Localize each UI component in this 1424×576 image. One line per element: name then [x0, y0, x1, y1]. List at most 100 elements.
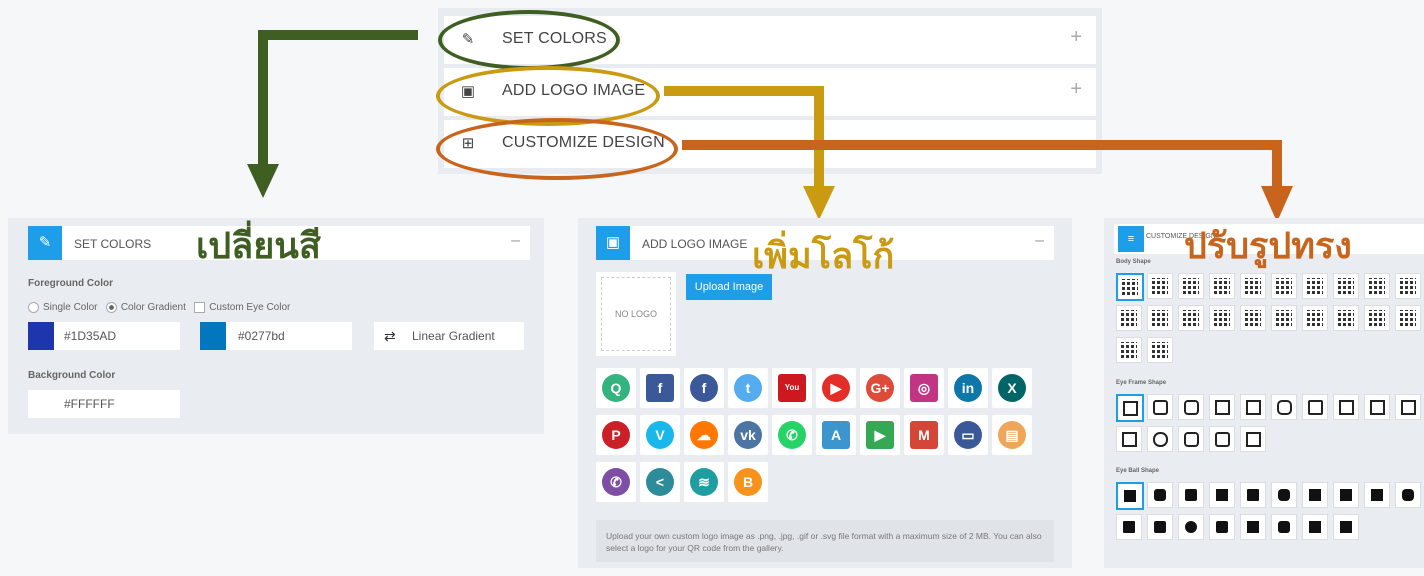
gradient-type-value: Linear Gradient: [412, 329, 495, 343]
eye-frame-option[interactable]: [1147, 426, 1173, 452]
eye-ball-option[interactable]: [1178, 482, 1204, 508]
body-shape-option[interactable]: [1302, 273, 1328, 299]
body-shape-option[interactable]: [1116, 337, 1142, 363]
eye-frame-option[interactable]: [1147, 394, 1173, 420]
logo-option[interactable]: vk: [728, 415, 768, 455]
background-label: Background Color: [28, 370, 116, 381]
body-shape-option[interactable]: [1395, 273, 1421, 299]
eye-ball-option[interactable]: [1209, 514, 1235, 540]
eye-frame-option[interactable]: [1240, 394, 1266, 420]
body-shape-option[interactable]: [1364, 305, 1390, 331]
body-shape-option[interactable]: [1116, 273, 1144, 301]
eye-ball-option[interactable]: [1302, 482, 1328, 508]
eye-frame-option[interactable]: [1333, 394, 1359, 420]
logo-option[interactable]: ≋: [684, 462, 724, 502]
eye-ball-option[interactable]: [1116, 482, 1144, 510]
logo-option[interactable]: M: [904, 415, 944, 455]
logo-option[interactable]: ✆: [596, 462, 636, 502]
eye-ball-option[interactable]: [1364, 482, 1390, 508]
eye-frame-option[interactable]: [1395, 394, 1421, 420]
color1-input[interactable]: #1D35AD: [54, 322, 180, 350]
collapse-icon[interactable]: –: [1035, 232, 1044, 250]
logo-option[interactable]: t: [728, 368, 768, 408]
logo-option[interactable]: P: [596, 415, 636, 455]
eye-frame-option[interactable]: [1302, 394, 1328, 420]
eye-ball-option[interactable]: [1147, 482, 1173, 508]
color2-swatch[interactable]: [200, 322, 226, 350]
logo-option[interactable]: You: [772, 368, 812, 408]
eye-frame-option[interactable]: [1364, 394, 1390, 420]
body-shape-option[interactable]: [1178, 273, 1204, 299]
body-shape-option[interactable]: [1271, 273, 1297, 299]
eye-ball-option[interactable]: [1271, 482, 1297, 508]
logo-option[interactable]: ▤: [992, 415, 1032, 455]
logo-option[interactable]: ✆: [772, 415, 812, 455]
color1-swatch[interactable]: [28, 322, 54, 350]
body-shape-option[interactable]: [1240, 305, 1266, 331]
body-shape-option[interactable]: [1302, 305, 1328, 331]
body-shape-option[interactable]: [1209, 305, 1235, 331]
eye-frame-option[interactable]: [1116, 394, 1144, 422]
expand-icon[interactable]: +: [1070, 26, 1082, 49]
eye-ball-option[interactable]: [1333, 514, 1359, 540]
body-shape-option[interactable]: [1178, 305, 1204, 331]
eye-ball-option[interactable]: [1240, 514, 1266, 540]
logo-option[interactable]: Q: [596, 368, 636, 408]
eye-ball-option[interactable]: [1209, 482, 1235, 508]
body-shape-option[interactable]: [1209, 273, 1235, 299]
logo-option[interactable]: ▭: [948, 415, 988, 455]
eye-ball-option[interactable]: [1116, 514, 1142, 540]
logo-option[interactable]: in: [948, 368, 988, 408]
body-shape-option[interactable]: [1333, 273, 1359, 299]
whatsapp-icon: ✆: [778, 421, 806, 449]
eye-frame-option[interactable]: [1209, 394, 1235, 420]
logo-option[interactable]: ▶: [860, 415, 900, 455]
eye-frame-option[interactable]: [1209, 426, 1235, 452]
eye-ball-option[interactable]: [1302, 514, 1328, 540]
logo-option[interactable]: G+: [860, 368, 900, 408]
body-shape-option[interactable]: [1116, 305, 1142, 331]
body-shape-option[interactable]: [1333, 305, 1359, 331]
body-shape-option[interactable]: [1147, 337, 1173, 363]
eye-frame-icon: [1246, 432, 1261, 447]
body-shape-option[interactable]: [1271, 305, 1297, 331]
logo-option[interactable]: f: [684, 368, 724, 408]
background-color-input[interactable]: #FFFFFF: [28, 390, 180, 418]
eye-frame-option[interactable]: [1178, 394, 1204, 420]
body-shape-option[interactable]: [1147, 273, 1173, 299]
eye-ball-option[interactable]: [1147, 514, 1173, 540]
body-shape-option[interactable]: [1240, 273, 1266, 299]
logo-option[interactable]: X: [992, 368, 1032, 408]
logo-option[interactable]: ☁: [684, 415, 724, 455]
eye-frame-option[interactable]: [1271, 394, 1297, 420]
body-shape-option[interactable]: [1395, 305, 1421, 331]
eye-frame-option[interactable]: [1178, 426, 1204, 452]
eye-frame-option[interactable]: [1116, 426, 1142, 452]
logo-option[interactable]: V: [640, 415, 680, 455]
eye-ball-option[interactable]: [1395, 482, 1421, 508]
eye-ball-option[interactable]: [1271, 514, 1297, 540]
body-shape-option[interactable]: [1364, 273, 1390, 299]
logo-option[interactable]: f: [640, 368, 680, 408]
collapse-icon[interactable]: –: [511, 232, 520, 250]
logo-option[interactable]: A: [816, 415, 856, 455]
gradient-type-select[interactable]: ⇄ Linear Gradient: [374, 322, 524, 350]
color-gradient-radio[interactable]: Color Gradient: [105, 302, 186, 313]
single-color-radio[interactable]: Single Color: [28, 302, 97, 313]
gmail-icon: M: [910, 421, 938, 449]
expand-icon[interactable]: +: [1070, 78, 1082, 101]
logo-option[interactable]: ▶: [816, 368, 856, 408]
logo-option[interactable]: <: [640, 462, 680, 502]
color2-input[interactable]: #0277bd: [226, 322, 352, 350]
upload-image-button[interactable]: Upload Image: [686, 274, 772, 300]
eye-ball-option[interactable]: [1240, 482, 1266, 508]
swap-icon[interactable]: ⇄: [384, 322, 396, 350]
logo-option[interactable]: B: [728, 462, 768, 502]
body-shape-option[interactable]: [1147, 305, 1173, 331]
eye-ball-option[interactable]: [1178, 514, 1204, 540]
custom-eye-color-checkbox[interactable]: Custom Eye Color: [194, 302, 290, 313]
google-plus-icon: G+: [866, 374, 894, 402]
logo-option[interactable]: ◎: [904, 368, 944, 408]
eye-frame-option[interactable]: [1240, 426, 1266, 452]
eye-ball-option[interactable]: [1333, 482, 1359, 508]
